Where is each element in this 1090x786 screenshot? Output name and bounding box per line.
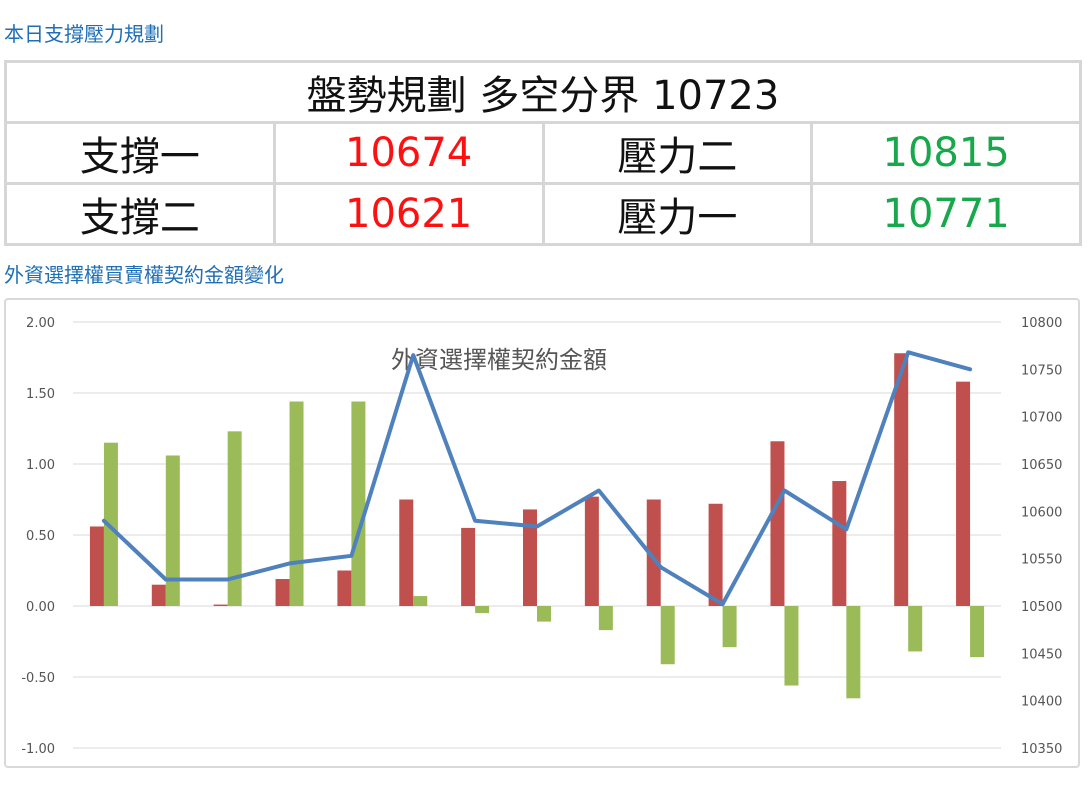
support-2-label: 支撐二 [4,182,276,246]
bar [770,441,785,606]
bar [846,606,861,699]
table-row: 支撐一 10674 壓力二 10815 [4,121,1082,185]
bar [832,481,847,606]
bar [165,455,180,606]
bar [213,604,228,606]
y2-tick-label: 10400 [1021,695,1062,710]
y2-tick-label: 10350 [1021,742,1062,757]
resistance-2-value: 10815 [810,121,1082,185]
y-tick-label: -0.50 [21,671,55,686]
resistance-1-label: 壓力一 [541,182,814,246]
bar [970,606,985,658]
y-tick-label: 2.00 [26,316,55,331]
y2-tick-label: 10450 [1021,647,1062,662]
options-contract-chart: 2.00 1.50 1.00 0.50 0.00 -0.50 -1.00 10800 10750… [21,316,1062,757]
bar [908,606,923,652]
y2-tick-label: 10800 [1021,316,1062,331]
bar [598,606,613,631]
support-resistance-table: 盤勢規劃 多空分界 10723 支撐一 10674 壓力二 10815 支撐二 … [4,60,1082,246]
y-tick-label: 1.00 [26,458,55,473]
y2-tick-label: 10500 [1021,600,1062,615]
chart-section-heading: 外資選擇權買賣權契約金額變化 [4,263,284,287]
bar [461,527,476,606]
bar [289,401,304,606]
bar [708,503,723,606]
support-1-label: 支撐一 [4,121,276,185]
y-tick-label: -1.00 [21,742,55,757]
bar [89,526,104,606]
y2-tick-label: 10600 [1021,505,1062,520]
support-2-value: 10621 [272,182,545,246]
chart-title: 外資選擇權契約金額 [391,346,607,374]
y2-tick-label: 10550 [1021,553,1062,568]
y-tick-label: 0.00 [26,600,55,615]
bar [351,401,366,606]
resistance-2-label: 壓力二 [541,121,814,185]
bar [413,596,428,606]
bar [537,606,551,622]
chart-container: 2.00 1.50 1.00 0.50 0.00 -0.50 -1.00 10800 10750… [4,298,1080,768]
bar [475,606,490,614]
plan-header: 盤勢規劃 多空分界 10723 [4,60,1082,124]
y2-tick-label: 10700 [1021,411,1062,426]
bar [337,570,352,606]
y-tick-label: 1.50 [26,387,55,402]
bar [660,606,675,665]
y-tick-label: 0.50 [26,529,55,544]
resistance-1-value: 10771 [810,182,1082,246]
bar [584,496,599,606]
bar [151,584,166,606]
y2-tick-label: 10650 [1021,458,1062,473]
table-row: 支撐二 10621 壓力一 10771 [4,182,1082,246]
bar [399,499,414,606]
plan-heading: 本日支撐壓力規劃 [4,22,164,46]
y2-tick-label: 10750 [1021,363,1062,378]
bar [275,579,290,606]
support-1-value: 10674 [272,121,545,185]
bar [956,381,971,606]
bar [784,606,799,686]
bar [722,606,737,648]
